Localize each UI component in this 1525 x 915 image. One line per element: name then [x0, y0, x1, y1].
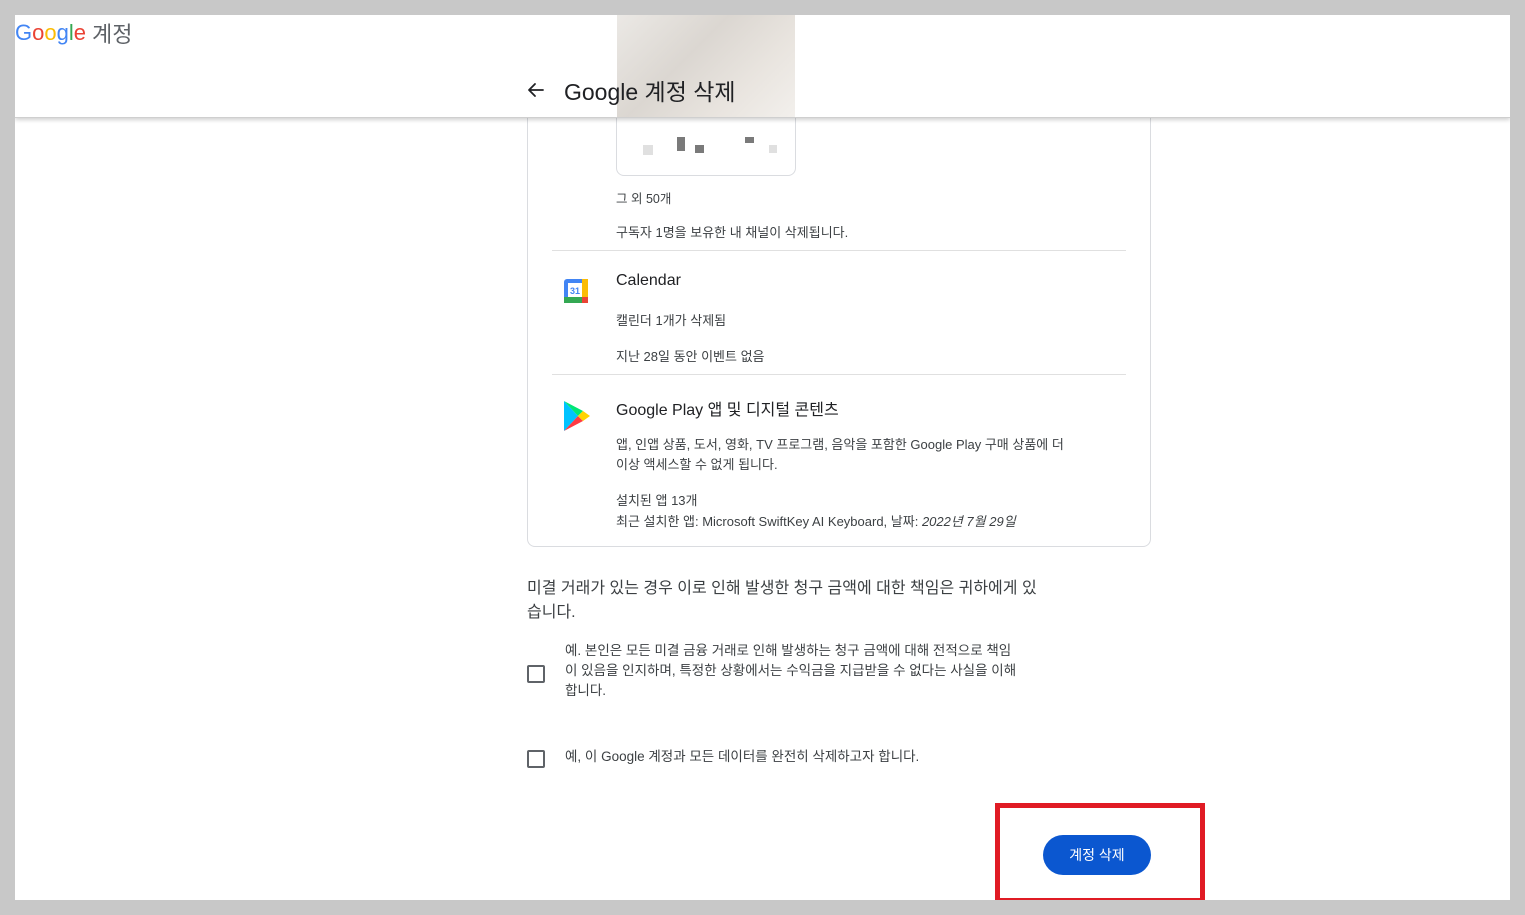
account-logo-text: 계정 — [92, 22, 133, 47]
delete-confirm-label: 예, 이 Google 계정과 모든 데이터를 완전히 삭제하고자 합니다. — [565, 749, 920, 764]
google-play-icon — [563, 400, 591, 437]
svg-text:31: 31 — [570, 286, 580, 296]
data-summary-card: 그 외 50개 구독자 1명을 보유한 내 채널이 삭제됩니다. 31 Cale… — [527, 66, 1151, 547]
google-account-logo[interactable]: Google 계정 — [15, 17, 133, 49]
google-play-desc-line2: 이상 액세스할 수 없게 됩니다. — [616, 457, 778, 472]
financial-liability-label: 예. 본인은 모든 미결 금융 거래로 인해 발생하는 청구 금액에 대해 전적… — [565, 643, 1017, 698]
google-play-title: Google Play 앱 및 디지털 콘텐츠 — [616, 402, 839, 419]
calendar-events: 지난 28일 동안 이벤트 없음 — [616, 349, 765, 364]
google-play-recent: 최근 설치한 앱: Microsoft SwiftKey AI Keyboard… — [616, 511, 1016, 530]
calendar-count: 캘린더 1개가 삭제됨 — [616, 313, 727, 328]
delete-confirm-checkbox-row[interactable]: 예, 이 Google 계정과 모든 데이터를 완전히 삭제하고자 합니다. — [527, 747, 1077, 768]
back-arrow-icon[interactable] — [523, 77, 549, 103]
divider — [552, 374, 1126, 375]
liability-notice: 미결 거래가 있는 경우 이로 인해 발생한 청구 금액에 대한 책임은 귀하에… — [527, 580, 1037, 621]
google-play-desc-line1: 앱, 인앱 상품, 도서, 영화, TV 프로그램, 음악을 포함한 Googl… — [616, 437, 1064, 452]
financial-liability-checkbox-row[interactable]: 예. 본인은 모든 미결 금융 거래로 인해 발생하는 청구 금액에 대해 전적… — [527, 641, 1077, 701]
top-header: Google 계정 Google 계정 삭제 — [15, 15, 1510, 118]
calendar-title: Calendar — [616, 272, 681, 289]
delete-confirm-checkbox[interactable] — [527, 750, 545, 768]
youtube-channel-note: 구독자 1명을 보유한 내 채널이 삭제됩니다. — [616, 225, 849, 240]
calendar-icon: 31 — [563, 278, 589, 309]
delete-account-button[interactable]: 계정 삭제 — [1043, 835, 1151, 875]
google-logo-text: Google — [15, 20, 87, 45]
youtube-more-count: 그 외 50개 — [616, 192, 672, 206]
google-play-installed: 설치된 앱 13개 — [616, 493, 698, 508]
divider — [552, 250, 1126, 251]
financial-liability-checkbox[interactable] — [527, 665, 545, 683]
page-frame: 그 외 50개 구독자 1명을 보유한 내 채널이 삭제됩니다. 31 Cale… — [15, 15, 1510, 900]
recent-prefix: 최근 설치한 앱: Microsoft SwiftKey AI Keyboard… — [616, 514, 922, 529]
recent-date: 2022년 7월 29일 — [921, 514, 1016, 529]
page-title: Google 계정 삭제 — [564, 79, 736, 105]
